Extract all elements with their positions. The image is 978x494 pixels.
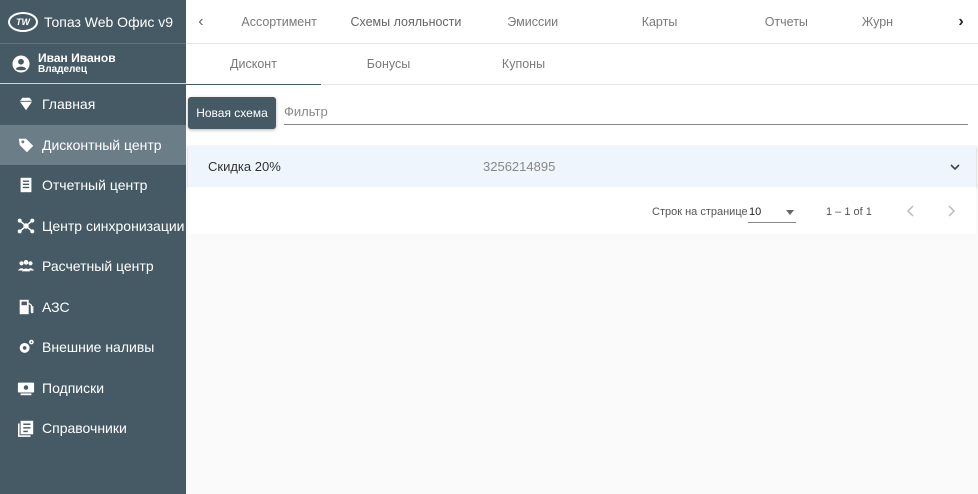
- sidebar-nav: Главная Дисконтный центр Отчетный центр …: [0, 84, 186, 449]
- sidebar-item-label: Внешние наливы: [42, 339, 155, 356]
- sidebar-item-settlement-center[interactable]: Расчетный центр: [0, 246, 186, 287]
- sidebar-item-directories[interactable]: Справочники: [0, 408, 186, 449]
- people-icon: [16, 257, 36, 275]
- dropdown-arrow-icon: [786, 210, 794, 215]
- sidebar-item-discount-center[interactable]: Дисконтный центр: [0, 124, 186, 165]
- tab-emissions[interactable]: Эмиссии: [469, 0, 596, 43]
- tab-cards[interactable]: Карты: [596, 0, 723, 43]
- sidebar-item-label: АЗС: [42, 298, 70, 315]
- sidebar-item-label: Центр синхронизации: [42, 217, 185, 234]
- new-scheme-button[interactable]: Новая схема: [188, 97, 276, 129]
- topaz-logo-icon: TW: [8, 11, 38, 32]
- sidebar: TW Топаз Web Офис v9 Иван Иванов Владеле…: [0, 0, 186, 494]
- sidebar-item-subscriptions[interactable]: Подписки: [0, 368, 186, 409]
- rows-per-page-value: 10: [749, 206, 762, 218]
- top-tabs: ‹ Ассортимент Схемы лояльности Эмиссии К…: [186, 0, 978, 44]
- scheme-code: 3256214895: [483, 159, 556, 174]
- page-range: 1 – 1 of 1: [826, 206, 872, 218]
- book-icon: [16, 419, 36, 438]
- user-role: Владелец: [38, 64, 87, 75]
- tabs-scroll-right-icon[interactable]: ›: [944, 0, 978, 43]
- brand[interactable]: TW Топаз Web Офис v9: [0, 0, 186, 44]
- subscription-icon: [16, 379, 36, 397]
- report-icon: [16, 176, 36, 194]
- tabs-scroll-left-icon[interactable]: ‹: [186, 0, 216, 43]
- sidebar-item-label: Отчетный центр: [42, 177, 148, 194]
- sync-hub-icon: [16, 217, 36, 235]
- sub-tabs: Дисконт Бонусы Купоны: [186, 44, 978, 86]
- tab-loyalty-schemes[interactable]: Схемы лояльности: [342, 0, 470, 43]
- subtab-coupons[interactable]: Купоны: [456, 44, 591, 85]
- subtab-discount[interactable]: Дисконт: [186, 44, 321, 86]
- pagination: Строк на странице 10 1 – 1 of 1: [188, 187, 976, 234]
- rows-per-page-label: Строк на странице: [652, 206, 748, 218]
- toolbar: Новая схема: [186, 85, 978, 145]
- sidebar-item-home[interactable]: Главная: [0, 84, 186, 125]
- next-page-icon[interactable]: [942, 202, 960, 220]
- table-row[interactable]: Скидка 20% 3256214895: [188, 146, 976, 187]
- sidebar-item-external-fills[interactable]: Внешние наливы: [0, 327, 186, 368]
- chevron-down-icon[interactable]: [948, 160, 962, 174]
- tab-assortment[interactable]: Ассортимент: [216, 0, 343, 43]
- main-content: ‹ Ассортимент Схемы лояльности Эмиссии К…: [186, 0, 978, 494]
- gear-icon: [16, 338, 36, 356]
- scheme-name: Скидка 20%: [208, 159, 281, 174]
- subtab-bonuses[interactable]: Бонусы: [321, 44, 456, 85]
- sidebar-item-sync-center[interactable]: Центр синхронизации: [0, 206, 186, 247]
- diamond-icon: [16, 95, 36, 113]
- sidebar-item-gas-stations[interactable]: АЗС: [0, 287, 186, 328]
- sidebar-item-label: Дисконтный центр: [42, 136, 162, 153]
- app-title: Топаз Web Офис v9: [44, 13, 174, 30]
- user-avatar-icon: [12, 54, 30, 73]
- tag-icon: [16, 136, 36, 154]
- previous-page-icon[interactable]: [902, 202, 920, 220]
- sidebar-item-report-center[interactable]: Отчетный центр: [0, 165, 186, 206]
- sidebar-item-label: Расчетный центр: [42, 258, 154, 275]
- sidebar-item-label: Подписки: [42, 379, 105, 396]
- filter-input[interactable]: [284, 99, 968, 125]
- user-profile[interactable]: Иван Иванов Владелец: [0, 44, 186, 84]
- tab-reports[interactable]: Отчеты: [723, 0, 850, 43]
- sidebar-item-label: Главная: [42, 96, 96, 113]
- user-name: Иван Иванов: [38, 51, 116, 65]
- sidebar-item-label: Справочники: [42, 420, 127, 437]
- rows-per-page-select[interactable]: 10: [748, 201, 796, 223]
- gas-station-icon: [16, 298, 36, 316]
